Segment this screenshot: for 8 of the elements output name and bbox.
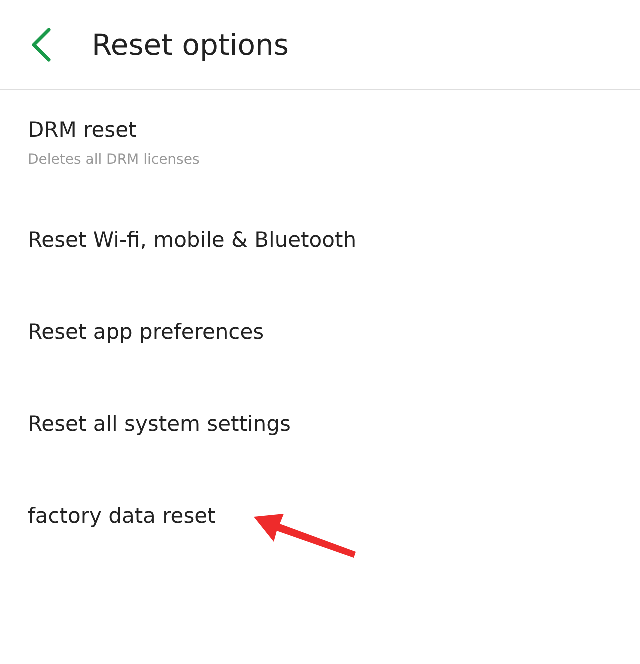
setting-item[interactable]: Reset Wi-fi, mobile & Bluetooth bbox=[28, 225, 357, 255]
back-icon bbox=[30, 26, 52, 62]
setting-description: Deletes all DRM licenses bbox=[28, 151, 200, 169]
page-title: Reset options bbox=[92, 28, 290, 62]
setting-item[interactable]: DRM reset bbox=[28, 115, 137, 145]
setting-item[interactable]: factory data reset bbox=[28, 501, 216, 531]
setting-item[interactable]: Reset app preferences bbox=[28, 317, 264, 347]
setting-item[interactable]: Reset all system settings bbox=[28, 409, 291, 439]
